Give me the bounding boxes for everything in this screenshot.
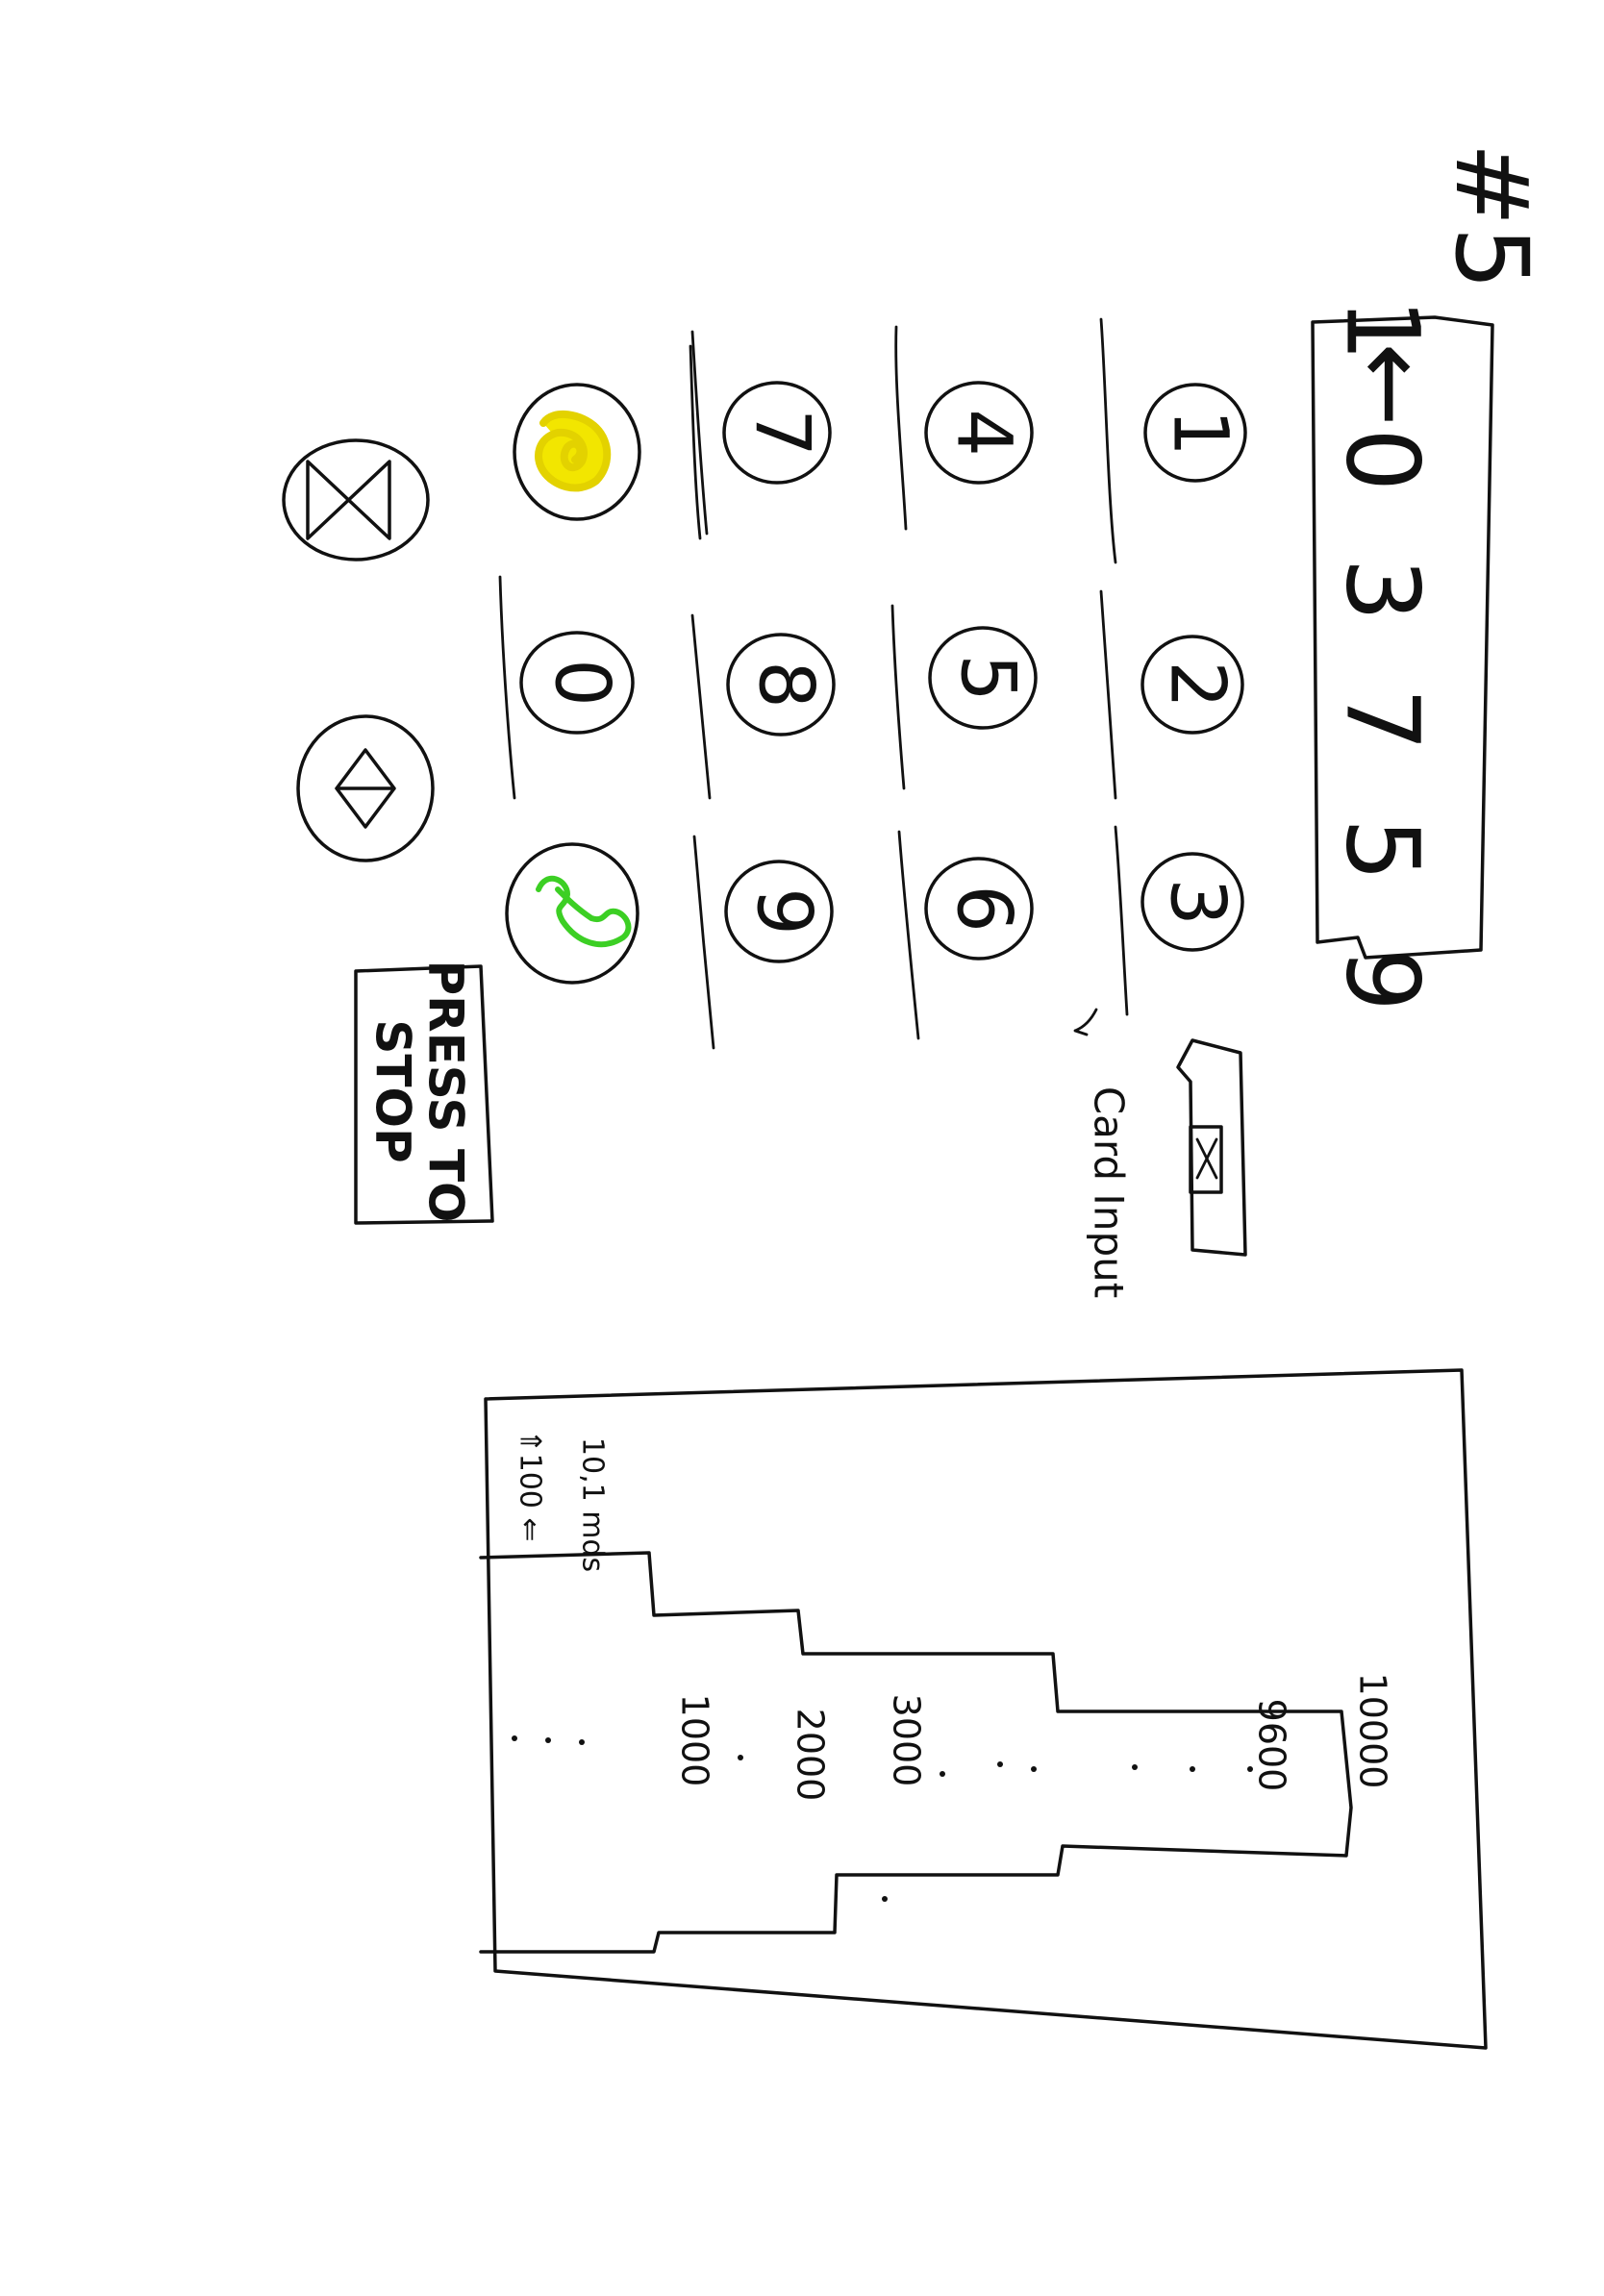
card-input-label: Card Input (1086, 1086, 1133, 1298)
chart-label-9600: 9600 (1251, 1699, 1293, 1792)
yellow-scribble-icon (535, 410, 612, 492)
backspace-icon[interactable]: ← (1334, 342, 1451, 426)
triangles-icon (335, 748, 396, 829)
chart-annotation: ⇑100 ⇐ (514, 1429, 547, 1541)
chart-label-10000: 10000 (1352, 1673, 1394, 1789)
stop-label-line2: STOP (365, 1019, 421, 1162)
key-9[interactable]: 9 (692, 835, 834, 1050)
svg-text:4: 4 (940, 409, 1027, 457)
chart-label-3000: 3000 (886, 1694, 928, 1787)
histogram-panel: 10,1 mds ⇑100 ⇐ 1000 2000 3000 9600 1000… (479, 1368, 1488, 2050)
svg-text:8: 8 (742, 661, 829, 709)
key-6[interactable]: 6 (897, 830, 1034, 1040)
key-4[interactable]: 4 (894, 325, 1034, 531)
mute-button[interactable] (282, 438, 430, 562)
speaker-button[interactable] (296, 714, 435, 862)
bowtie-icon (306, 460, 391, 540)
stop-button[interactable]: PRESS TO STOP (354, 960, 494, 1225)
key-5[interactable]: 5 (890, 604, 1038, 790)
key-8[interactable]: 8 (690, 613, 836, 800)
key-7[interactable]: 7 (690, 330, 832, 536)
svg-text:7: 7 (739, 409, 825, 457)
svg-text:6: 6 (940, 885, 1027, 933)
chart-label-top: 10,1 mds (576, 1437, 610, 1572)
phone-icon (536, 875, 632, 948)
clear-button[interactable] (513, 344, 702, 540)
keypad: 1 2 3 4 5 6 7 8 9 0 (282, 317, 1247, 1050)
chart-dots (512, 1735, 1253, 1902)
svg-text:0: 0 (539, 659, 625, 707)
svg-text:#5: #5 (1433, 142, 1550, 289)
x-icon (1195, 1137, 1218, 1180)
key-2[interactable]: 2 (1099, 589, 1244, 800)
svg-text:3: 3 (1154, 878, 1241, 926)
histogram-frame (484, 1368, 1488, 2050)
chart-label-1000: 1000 (674, 1694, 716, 1787)
svg-text:2: 2 (1154, 661, 1241, 709)
number-display: 1 0 3 7 5 9 ← (1311, 298, 1494, 1029)
call-button[interactable] (505, 842, 639, 985)
key-0[interactable]: 0 (498, 575, 635, 800)
sketch-canvas: #5 1 0 3 7 5 9 ← 1 2 3 4 5 6 7 8 9 0 Car… (282, 142, 1550, 2050)
svg-text:9: 9 (740, 887, 827, 936)
card-input[interactable]: Card Input (1073, 1008, 1247, 1298)
key-3[interactable]: 3 (1114, 825, 1244, 1016)
key-1[interactable]: 1 (1099, 317, 1247, 564)
page-number: #5 (1433, 142, 1550, 289)
svg-text:5: 5 (944, 654, 1031, 702)
stop-label-line1: PRESS TO (418, 960, 474, 1222)
chart-label-2000: 2000 (789, 1709, 832, 1802)
svg-text:1: 1 (1157, 409, 1243, 457)
